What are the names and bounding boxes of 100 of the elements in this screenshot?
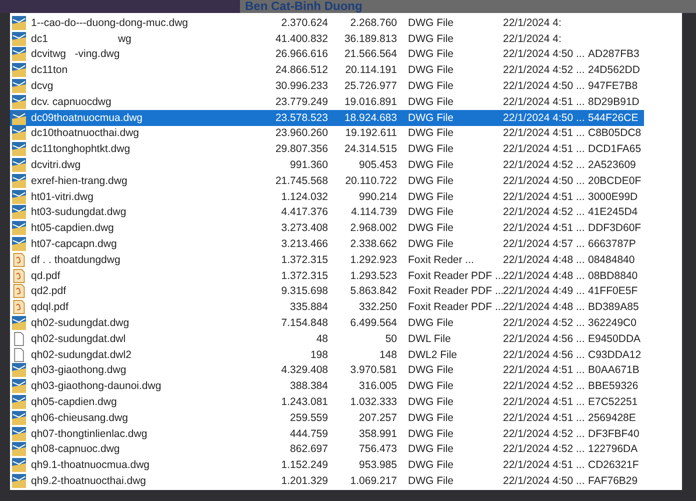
packed-size: 50 (384, 332, 397, 345)
modified-date: 22/1/2024 4:51 ... (503, 412, 585, 424)
file-row[interactable]: dc10thoatnuocthai.dwg 23.960.260 19.192.611 DWG File 22/1/2024 4:51 ... C8B05DC8 (10, 126, 644, 142)
file-name: dc10thoatnuocthai.dwg (31, 127, 140, 140)
file-row[interactable]: qh06-chieusang.dwg 259.559 207.257 DWG File 22/1/2024 4:51 ... 2569428E (10, 410, 644, 426)
packed-size: 905.453 (358, 159, 397, 172)
file-type: DWG File (407, 80, 454, 92)
packed-size: 36.189.813 (343, 32, 397, 45)
file-row[interactable]: qh9.2-thoatnuocthai.dwg 1.201.329 1.069.217 DWG File 22/1/2024 4:50 ... FAF76B29 (10, 473, 644, 489)
file-type: DWG File (407, 143, 454, 156)
file-size: 3.273.408 (280, 222, 328, 234)
file-size: 30.996.233 (274, 80, 328, 92)
file-name: qh03-giaothong-daunoi.dwg (31, 380, 162, 392)
file-row[interactable]: qh08-capnuoc.dwg 862.697 756.473 DWG File 22/1/2024 4:52 ... 122796DA (10, 442, 644, 458)
file-row[interactable]: exref-hien-trang.dwg 21.745.568 20.110.722 DWG File 22/1/2024 4:50 ... 20BCDE0F (10, 172, 644, 189)
file-row[interactable]: dc09thoatnuocmua.dwg 23.578.523 18.924.683 DWG File 22/1/2024 4:50 ... 544F26CE (10, 110, 644, 126)
file-size: 1.243.081 (280, 396, 328, 408)
packed-size: 20.114.191 (344, 64, 397, 76)
file-row[interactable]: qdql.pdf 335.884 332.250 Foxit Reader PDF ...22/1/2024 4:48 ... BD389A85 (10, 299, 644, 316)
modified-date: 22/1/2024 4:51 ... (503, 127, 585, 140)
packed-size: 1.032.333 (349, 396, 397, 408)
modified-date: 22/1/2024 4:51 ... (503, 396, 585, 408)
file-row[interactable]: dcvitri.dwg 991.360 905.453 DWG File 22/1/2024 4:52 ... 2A523609 (10, 157, 644, 173)
modified-date: 22/1/2024 4:51 ... (503, 143, 585, 156)
file-type: DWG File (407, 380, 454, 392)
file-row[interactable]: ht05-capdien.dwg 3.273.408 2.968.002 DWG File 22/1/2024 4:51 ... DDF3D60F (10, 220, 644, 236)
file-name: qh9.1-thoatnuocmua.dwg (31, 459, 150, 472)
modified-date: 22/1/2024 4:51 ... (503, 190, 585, 203)
crc-value: B0AA671B (588, 364, 640, 376)
crc-value: 8D29B91D (588, 96, 640, 108)
modified-date: 22/1/2024 4:48 ... (503, 270, 585, 282)
file-row[interactable]: qh05-capdien.dwg 1.243.081 1.032.333 DWG File 22/1/2024 4:51 ... E7C52251 (10, 394, 644, 410)
modified-date: 22/1/2024 4:52 ... (503, 428, 585, 440)
file-row[interactable]: ht07-capcapn.dwg 3.213.466 2.338.662 DWG File 22/1/2024 4:57 ... 6663787P (10, 236, 644, 252)
crc-value: BD389A85 (588, 301, 640, 314)
file-row[interactable]: 1--cao-do---duong-dong-muc.dwg 2.370.624 2.268.760 DWG File 22/1/2024 4: (10, 15, 644, 31)
file-name: df . . thoatdungdwg (31, 254, 122, 266)
file-size: 23.578.523 (274, 112, 328, 124)
file-row[interactable]: dc11tonghophtkt.dwg 29.807.356 24.314.515 DWG File 22/1/2024 4:51 ... DCD1FA65 (10, 141, 644, 158)
file-row[interactable]: qh9.1-thoatnuocmua.dwg 1.152.249 953.985 DWG File 22/1/2024 4:51 ... CD26321F (10, 457, 644, 474)
crc-value: DCD1FA65 (588, 143, 642, 156)
modified-date: 22/1/2024 4: (503, 16, 562, 29)
file-size: 1.201.329 (280, 475, 328, 487)
file-row[interactable]: dc1 wg 41.400.832 36.189.813 DWG File 22/1/2024 4: (10, 30, 644, 47)
pdf-file-icon (12, 268, 26, 283)
file-name: qdql.pdf (31, 301, 70, 314)
file-row[interactable]: qd2.pdf 9.315.698 5.863.842 Foxit Reader PDF ...22/1/2024 4:49 ... 41FF0E5F (10, 284, 644, 300)
file-size: 198 (309, 348, 328, 361)
packed-size: 2.268.760 (349, 16, 397, 29)
file-row[interactable]: qd.pdf 1.372.315 1.293.523 Foxit Reader PDF ...22/1/2024 4:48 ... 08BD8840 (10, 268, 644, 284)
file-name: dcvg (31, 80, 54, 92)
modified-date: 22/1/2024 4:51 ... (503, 96, 585, 108)
crc-value: E9450DDA (588, 332, 642, 345)
modified-date: 22/1/2024 4:50 ... (503, 174, 585, 187)
file-size: 991.360 (289, 159, 328, 172)
file-name: dcv. capnuocdwg (31, 96, 112, 108)
packed-size: 19.192.611 (344, 127, 397, 140)
packed-size: 953.985 (358, 459, 397, 472)
crc-value: E7C52251 (588, 396, 639, 408)
crc-value: 41FF0E5F (588, 285, 639, 298)
packed-size: 148 (378, 348, 397, 361)
file-size: 862.697 (289, 443, 328, 456)
file-name: qd.pdf (31, 270, 62, 282)
modified-date: 22/1/2024 4:50 ... (503, 112, 585, 124)
file-row[interactable]: dcv. capnuocdwg 23.779.249 19.016.891 DWG File 22/1/2024 4:51 ... 8D29B91D (10, 94, 644, 110)
modified-date: 22/1/2024 4:56 ... (503, 332, 585, 345)
file-name: qh03-giaothong.dwg (31, 364, 128, 376)
file-row[interactable]: dc11ton 24.866.512 20.114.191 DWG File 22/1/2024 4:52 ... 24D562DD (10, 62, 644, 78)
file-name: qh02-sudungdat.dwl (31, 332, 127, 345)
file-row[interactable]: qh02-sudungdat.dwg 7.154.848 6.499.564 DWG File 22/1/2024 4:52 ... 362249C0 (10, 315, 644, 331)
file-type: DWG File (407, 459, 454, 472)
pdf-file-icon (12, 300, 26, 314)
packed-size: 24.314.515 (343, 143, 397, 156)
modified-date: 22/1/2024 4: (503, 32, 562, 45)
packed-size: 3.970.581 (349, 364, 397, 376)
packed-size: 316.005 (358, 380, 397, 392)
file-row[interactable]: qh03-giaothong-daunoi.dwg 388.384 316.005 DWG File 22/1/2024 4:52 ... BBE59326 (10, 378, 644, 394)
crc-value: 41E245D4 (588, 206, 639, 218)
crc-value: AD287FB3 (588, 48, 640, 60)
file-row[interactable]: qh03-giaothong.dwg 4.329.408 3.970.581 DWG File 22/1/2024 4:51 ... B0AA671B (10, 362, 644, 378)
file-size: 24.866.512 (274, 64, 328, 76)
file-row[interactable]: qh02-sudungdat.dwl2 198 148 DWL2 File 22/1/2024 4:56 ... C93DDA12 (10, 346, 644, 363)
file-row[interactable]: dcvitwg -ving.dwg 26.966.616 21.566.564 DWG File 22/1/2024 4:50 ... AD287FB3 (10, 46, 644, 62)
file-row[interactable]: qh07-thongtinlienlac.dwg 444.759 358.991 DWG File 22/1/2024 4:52 ... DF3FBF40 (10, 426, 644, 442)
packed-size: 2.968.002 (349, 222, 397, 234)
file-row[interactable]: ht03-sudungdat.dwg 4.417.376 4.114.739 DWG File 22/1/2024 4:52 ... 41E245D4 (10, 204, 644, 220)
file-name: exref-hien-trang.dwg (31, 174, 128, 187)
file-size: 335.884 (289, 301, 328, 314)
modified-date: 22/1/2024 4:52 ... (503, 206, 585, 218)
packed-size: 2.338.662 (349, 238, 397, 250)
crc-value: C8B05DC8 (588, 127, 642, 140)
file-row[interactable]: df . . thoatdungdwg 1.372.315 1.292.923 Foxit Reder ... 22/1/2024 4:48 ... 08484840 (10, 252, 644, 268)
modified-date: 22/1/2024 4:52 ... (503, 317, 585, 330)
file-row[interactable]: qh02-sudungdat.dwl 48 50 DWL File 22/1/2024 4:56 ... E9450DDA (10, 330, 644, 347)
modified-date: 22/1/2024 4:48 ... (503, 254, 585, 266)
crc-value: 2A523609 (588, 159, 637, 172)
crc-value: DDF3D60F (588, 222, 642, 234)
crc-value: BBE59326 (588, 380, 640, 392)
file-row[interactable]: dcvg 30.996.233 25.726.977 DWG File 22/1/2024 4:50 ... 947FE7B8 (10, 78, 644, 94)
file-row[interactable]: ht01-vitri.dwg 1.124.032 990.214 DWG File 22/1/2024 4:51 ... 3000E99D (10, 188, 644, 205)
